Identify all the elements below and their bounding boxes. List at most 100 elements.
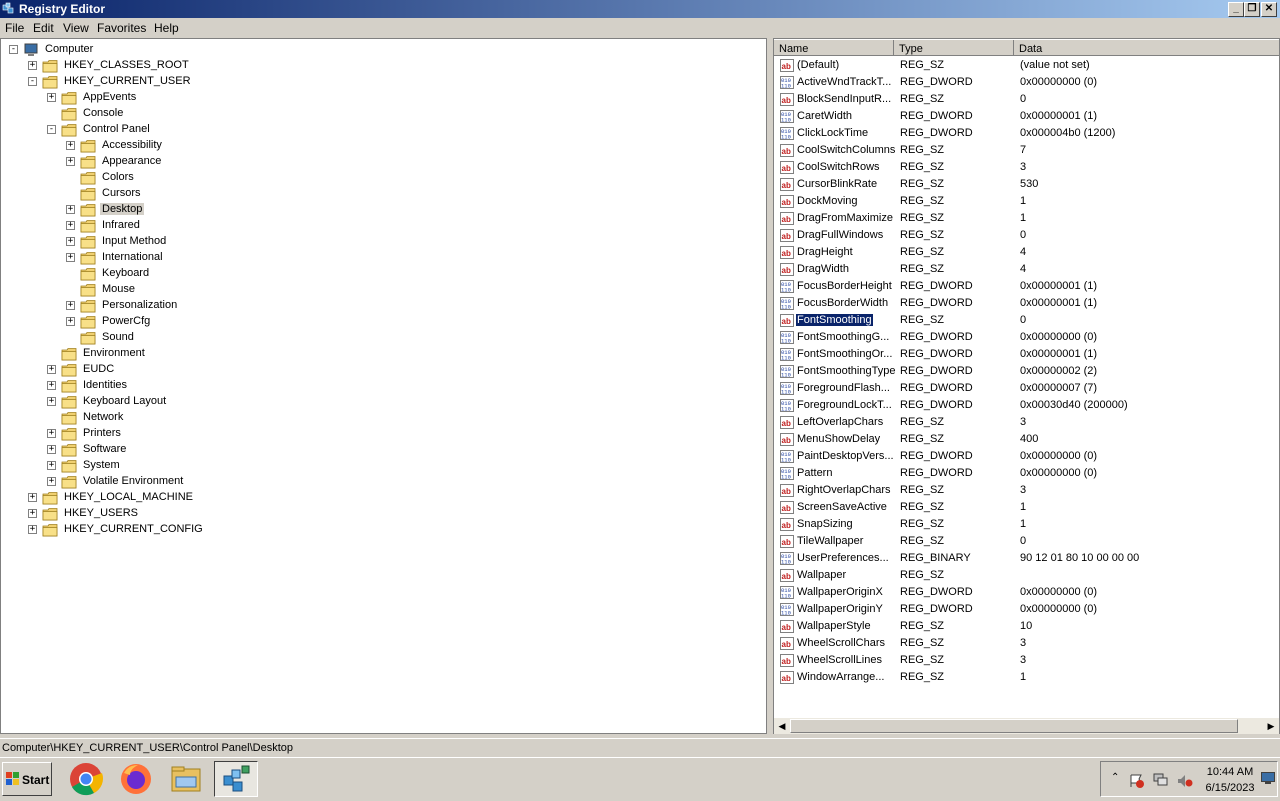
tree-node[interactable]: - HKEY_CURRENT_USER (28, 73, 193, 89)
taskbar-file-explorer[interactable] (164, 761, 208, 797)
scroll-thumb[interactable] (790, 719, 1238, 733)
collapse-icon[interactable]: - (47, 124, 56, 134)
tree-node[interactable]: + Accessibility (66, 137, 164, 153)
value-row[interactable]: ab WheelScrollLines REG_SZ 3 (774, 652, 1274, 669)
tree-node[interactable]: + HKEY_USERS (28, 505, 140, 521)
expand-icon[interactable]: + (28, 60, 37, 70)
expand-icon[interactable]: + (66, 220, 75, 230)
expand-icon[interactable]: + (66, 316, 75, 326)
horizontal-scrollbar[interactable]: ◀ ▶ (774, 718, 1279, 734)
tree-node[interactable]: - Computer (9, 41, 95, 57)
expand-icon[interactable]: + (66, 252, 75, 262)
value-row[interactable]: ab DragFullWindows REG_SZ 0 (774, 227, 1274, 244)
show-hidden-icons-icon[interactable]: ⌃ (1111, 772, 1119, 783)
expand-icon[interactable]: + (47, 92, 56, 102)
value-row[interactable]: ab CoolSwitchRows REG_SZ 3 (774, 159, 1274, 176)
clock-time[interactable]: 10:44 AM (1205, 766, 1255, 778)
tree-node[interactable]: + HKEY_LOCAL_MACHINE (28, 489, 195, 505)
value-row[interactable]: 010 110 FontSmoothingType REG_DWORD 0x000000… (774, 363, 1274, 380)
value-row[interactable]: 010 110 UserPreferences... REG_BINARY 90 12 … (774, 550, 1274, 567)
value-row[interactable]: 010 110 Pattern REG_DWORD 0x00000000 (0) (774, 465, 1274, 482)
scroll-right-icon[interactable]: ▶ (1263, 718, 1279, 734)
start-button[interactable]: Start (2, 762, 52, 796)
column-header-type[interactable]: Type (894, 40, 1014, 56)
value-row[interactable]: 010 110 ActiveWndTrackT... REG_DWORD 0x00000… (774, 74, 1274, 91)
tree-node[interactable]: + Desktop (66, 201, 145, 217)
value-row[interactable]: ab WheelScrollChars REG_SZ 3 (774, 635, 1274, 652)
tree-node[interactable]: Keyboard (66, 265, 151, 281)
key-tree-pane[interactable]: - Computer + HKEY_CLASSES_ROOT - HKEY_CURRENT… (0, 38, 767, 734)
tree-node[interactable]: Sound (66, 329, 136, 345)
taskbar-regedit[interactable] (214, 761, 258, 797)
value-row[interactable]: ab (Default) REG_SZ (value not set) (774, 57, 1274, 74)
expand-icon[interactable]: + (66, 140, 75, 150)
collapse-icon[interactable]: - (28, 76, 37, 86)
value-row[interactable]: ab WindowArrange... REG_SZ 1 (774, 669, 1274, 686)
value-row[interactable]: ab ScreenSaveActive REG_SZ 1 (774, 499, 1274, 516)
show-desktop-icon[interactable] (1261, 772, 1275, 784)
expand-icon[interactable]: + (66, 204, 75, 214)
value-row[interactable]: ab Wallpaper REG_SZ (774, 567, 1274, 584)
expand-icon[interactable]: + (47, 380, 56, 390)
taskbar-chrome[interactable] (64, 761, 108, 797)
tree-node[interactable]: Environment (47, 345, 147, 361)
expand-icon[interactable]: + (47, 364, 56, 374)
value-row[interactable]: 010 110 ClickLockTime REG_DWORD 0x000004b0 (… (774, 125, 1274, 142)
tree-node[interactable]: + HKEY_CURRENT_CONFIG (28, 521, 205, 537)
value-row[interactable]: 010 110 ForegroundFlash... REG_DWORD 0x00000… (774, 380, 1274, 397)
tree-node[interactable]: Mouse (66, 281, 137, 297)
value-row[interactable]: ab MenuShowDelay REG_SZ 400 (774, 431, 1274, 448)
value-row[interactable]: 010 110 ForegroundLockT... REG_DWORD 0x00030… (774, 397, 1274, 414)
tree-node[interactable]: + PowerCfg (66, 313, 152, 329)
value-row[interactable]: 010 110 FocusBorderHeight REG_DWORD 0x000000… (774, 278, 1274, 295)
tree-node[interactable]: + Identities (47, 377, 129, 393)
tree-node[interactable]: + EUDC (47, 361, 116, 377)
volume-muted-icon[interactable] (1177, 774, 1193, 788)
menu-file[interactable]: File (5, 21, 24, 35)
value-row[interactable]: ab TileWallpaper REG_SZ 0 (774, 533, 1274, 550)
tree-node[interactable]: + System (47, 457, 122, 473)
value-row[interactable]: ab FontSmoothing REG_SZ 0 (774, 312, 1274, 329)
value-row[interactable]: ab DockMoving REG_SZ 1 (774, 193, 1274, 210)
menu-favorites[interactable]: Favorites (97, 21, 146, 35)
value-row[interactable]: ab SnapSizing REG_SZ 1 (774, 516, 1274, 533)
menu-edit[interactable]: Edit (33, 21, 54, 35)
restore-button[interactable]: ❐ (1244, 2, 1260, 17)
taskbar-firefox[interactable] (114, 761, 158, 797)
value-row[interactable]: 010 110 WallpaperOriginX REG_DWORD 0x0000000… (774, 584, 1274, 601)
expand-icon[interactable]: + (28, 492, 37, 502)
menu-help[interactable]: Help (154, 21, 179, 35)
value-row[interactable]: ab CursorBlinkRate REG_SZ 530 (774, 176, 1274, 193)
value-row[interactable]: 010 110 WallpaperOriginY REG_DWORD 0x0000000… (774, 601, 1274, 618)
tree-node[interactable]: + Input Method (66, 233, 168, 249)
tree-node[interactable]: + Infrared (66, 217, 142, 233)
value-row[interactable]: ab WallpaperStyle REG_SZ 10 (774, 618, 1274, 635)
expand-icon[interactable]: + (47, 428, 56, 438)
tree-node[interactable]: + International (66, 249, 165, 265)
tree-node[interactable]: Network (47, 409, 125, 425)
expand-icon[interactable]: + (66, 236, 75, 246)
value-row[interactable]: ab CoolSwitchColumns REG_SZ 7 (774, 142, 1274, 159)
expand-icon[interactable]: + (47, 444, 56, 454)
tree-node[interactable]: + Appearance (66, 153, 163, 169)
column-header-data[interactable]: Data (1014, 40, 1279, 56)
value-row[interactable]: 010 110 FocusBorderWidth REG_DWORD 0x0000000… (774, 295, 1274, 312)
tree-node[interactable]: + Personalization (66, 297, 179, 313)
expand-icon[interactable]: + (28, 524, 37, 534)
scroll-left-icon[interactable]: ◀ (774, 718, 790, 734)
tree-node[interactable]: + Keyboard Layout (47, 393, 168, 409)
tree-node[interactable]: Console (47, 105, 125, 121)
tree-node[interactable]: + AppEvents (47, 89, 138, 105)
expand-icon[interactable]: + (66, 156, 75, 166)
action-center-icon[interactable] (1129, 774, 1145, 788)
expand-icon[interactable]: + (47, 396, 56, 406)
tree-node[interactable]: + Volatile Environment (47, 473, 185, 489)
column-header-name[interactable]: Name (774, 40, 894, 56)
close-button[interactable]: ✕ (1261, 2, 1277, 17)
value-row[interactable]: ab RightOverlapChars REG_SZ 3 (774, 482, 1274, 499)
tree-node[interactable]: + Printers (47, 425, 123, 441)
tree-node[interactable]: Cursors (66, 185, 143, 201)
tree-node[interactable]: - Control Panel (47, 121, 152, 137)
value-row[interactable]: 010 110 FontSmoothingG... REG_DWORD 0x000000… (774, 329, 1274, 346)
expand-icon[interactable]: + (47, 476, 56, 486)
